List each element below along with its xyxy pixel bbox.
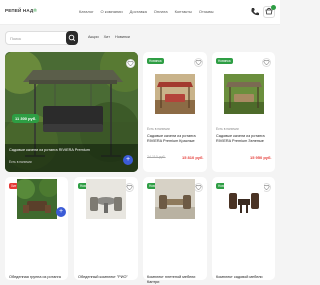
product-title[interactable]: Обеденная группа из ротанга xyxy=(9,275,66,280)
product-card[interactable]: Хит Обеденная группа из ротанга xyxy=(5,177,68,280)
product-title[interactable]: Комплект садовой мебели xyxy=(216,275,273,280)
product-image xyxy=(86,179,126,219)
product-title[interactable]: Комплект плетеной мебели Кантри xyxy=(147,275,205,285)
search-button[interactable] xyxy=(66,31,78,45)
product-filters: Акции Хит Новинки xyxy=(88,35,130,39)
nav-item-reviews[interactable]: Отзывы xyxy=(199,9,214,14)
product-image xyxy=(155,74,195,114)
product-image xyxy=(224,74,264,114)
heart-icon xyxy=(263,184,270,191)
hero-price: 11 300 руб. xyxy=(12,114,40,123)
nav-item-catalog[interactable]: Каталог xyxy=(79,9,94,14)
heart-icon xyxy=(195,59,202,66)
filter-new[interactable]: Новинки xyxy=(115,35,130,39)
logo-text: РЕПЕЙ НАД xyxy=(5,8,34,13)
nav-item-delivery[interactable]: Доставка xyxy=(130,9,147,14)
hero-product-card[interactable]: 11 300 руб. Садовые качели из ротанга RI… xyxy=(5,52,138,172)
product-image xyxy=(155,179,195,219)
add-to-cart-button[interactable] xyxy=(123,155,133,165)
nav-item-about[interactable]: О компании xyxy=(101,9,123,14)
availability: Есть в наличии xyxy=(147,127,170,131)
site-logo[interactable]: РЕПЕЙ НАД® xyxy=(5,8,37,13)
filter-sales[interactable]: Акции xyxy=(88,35,99,39)
search-icon xyxy=(68,34,76,42)
new-badge: Новинка xyxy=(147,58,164,64)
cart-icon[interactable] xyxy=(263,5,276,18)
heart-icon xyxy=(126,184,133,191)
product-card[interactable]: Новинка Есть в наличии Садовые качели из… xyxy=(212,52,275,172)
heart-icon xyxy=(263,59,270,66)
price: 15 810 руб. xyxy=(182,155,204,160)
product-title[interactable]: Обеденный комплект "РИО" xyxy=(78,275,136,280)
favorite-button[interactable] xyxy=(126,59,135,68)
logo-suffix: ® xyxy=(33,8,37,13)
product-card[interactable]: Новинка Есть в наличии Садовые качели из… xyxy=(143,52,207,172)
phone-icon[interactable] xyxy=(250,7,260,17)
favorite-button[interactable] xyxy=(194,58,203,67)
hero-availability: Есть в наличии xyxy=(9,160,32,164)
main-nav: Каталог О компании Доставка Оплата Конта… xyxy=(79,9,214,14)
product-image xyxy=(224,179,264,219)
favorite-button[interactable] xyxy=(125,183,134,192)
old-price: 24 110 руб. xyxy=(147,155,166,159)
nav-item-payment[interactable]: Оплата xyxy=(154,9,168,14)
filter-hits[interactable]: Хит xyxy=(104,35,110,39)
search-placeholder: Поиск xyxy=(10,36,22,41)
cart-count-badge xyxy=(271,5,276,10)
product-card[interactable]: Новинка Обеденный комплект "РИО" xyxy=(74,177,138,280)
heart-icon xyxy=(195,184,202,191)
hero-title[interactable]: Садовые качели из ротанга RIVIERA Premiu… xyxy=(9,148,119,153)
product-image xyxy=(17,179,57,219)
favorite-button[interactable] xyxy=(262,58,271,67)
product-card[interactable]: Новинка Комплект садовой мебели xyxy=(212,177,275,280)
favorite-button[interactable] xyxy=(194,183,203,192)
availability: Есть в наличии xyxy=(216,127,239,131)
product-title[interactable]: Садовые качели из ротанга RIVIERA Premiu… xyxy=(216,134,272,144)
heart-icon xyxy=(127,60,134,67)
new-badge: Новинка xyxy=(216,58,233,64)
product-card[interactable]: Новинка Комплект плетеной мебели Кантри xyxy=(143,177,207,284)
add-to-cart-button[interactable] xyxy=(56,207,66,217)
price: 15 950 руб. xyxy=(250,155,272,160)
site-header: РЕПЕЙ НАД® Каталог О компании Доставка О… xyxy=(0,0,280,25)
product-title[interactable]: Садовые качели из ротанга RIVIERA Premiu… xyxy=(147,134,204,144)
hero-product-image xyxy=(5,52,138,172)
nav-item-contacts[interactable]: Контакты xyxy=(175,9,192,14)
